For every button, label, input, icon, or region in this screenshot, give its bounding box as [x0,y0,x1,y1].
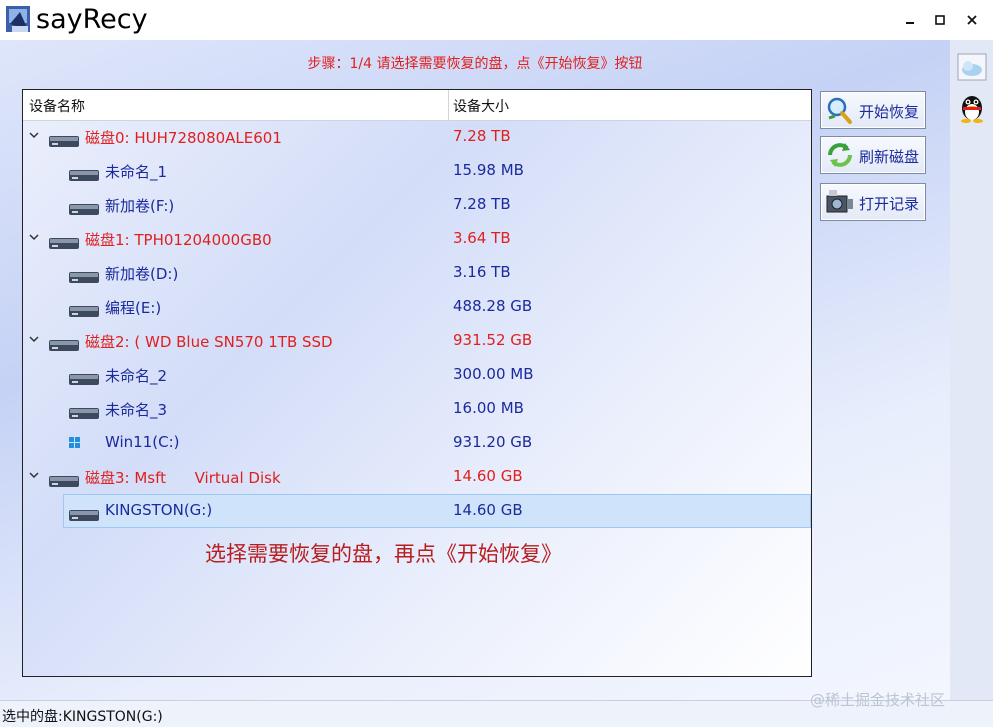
minimize-icon [906,22,914,24]
disk-row[interactable]: 磁盘1: TPH01204000GB0 3.64 TB [23,222,811,256]
hard-drive-icon [69,404,99,419]
volume-name: 新加卷(F:) [105,197,175,215]
app-logo-icon [6,6,30,32]
step-instruction: 步骤：1/4 请选择需要恢复的盘，点《开始恢复》按钮 [307,56,643,72]
hard-drive-icon [49,472,79,487]
column-header-name[interactable]: 设备名称 [29,96,85,116]
qq-penguin-icon[interactable] [956,92,988,124]
chevron-down-icon[interactable] [28,129,40,141]
column-divider[interactable] [448,90,449,120]
hard-drive-icon [49,234,79,249]
volume-row[interactable]: Win11(C:) 931.20 GB [23,426,811,460]
volume-size: 7.28 TB [453,195,511,213]
volume-name: 新加卷(D:) [105,265,179,283]
volume-row[interactable]: 新加卷(D:) 3.16 TB [23,256,811,290]
volume-size: 15.98 MB [453,161,524,179]
chevron-down-icon[interactable] [28,231,40,243]
cloud-icon[interactable] [956,52,988,82]
volume-row[interactable]: 编程(E:) 488.28 GB [23,290,811,324]
disk-name: 磁盘1: TPH01204000GB0 [85,231,272,249]
open-log-label: 打开记录 [859,195,920,213]
disk-size: 931.52 GB [453,331,533,349]
disk-name: 磁盘3: Msft Virtual Disk [85,469,281,487]
status-selected-disk: 选中的盘:KINGSTON(G:) [2,709,163,725]
column-header-size[interactable]: 设备大小 [453,96,509,116]
volume-row[interactable]: 新加卷(F:) 7.28 TB [23,188,811,222]
window-title: sayRecy [36,4,148,35]
disk-row[interactable]: 磁盘0: HUH728080ALE601 7.28 TB [23,120,811,154]
hard-drive-icon [69,200,99,215]
disk-name: 磁盘0: HUH728080ALE601 [85,129,282,147]
disk-size: 7.28 TB [453,127,511,145]
maximize-icon [935,15,945,25]
volume-size: 3.16 TB [453,263,511,281]
hard-drive-icon [69,370,99,385]
hint-text: 选择需要恢复的盘，再点《开始恢复》 [205,542,562,566]
disk-row[interactable]: 磁盘3: Msft Virtual Disk 14.60 GB [23,460,811,494]
hard-drive-icon [49,336,79,351]
disk-tree-list[interactable]: 设备名称 设备大小 磁盘0: HUH728080ALE601 7.28 TB 未命名… [22,89,812,677]
close-button[interactable] [960,8,984,32]
hard-drive-icon [69,506,99,521]
refresh-disks-button[interactable]: 刷新磁盘 [820,136,926,174]
disk-size: 3.64 TB [453,229,511,247]
volume-name: 未命名_1 [105,163,168,181]
maximize-button[interactable] [928,8,952,32]
volume-name: 未命名_3 [105,401,168,419]
open-log-button[interactable]: 打开记录 [820,183,926,221]
refresh-disks-label: 刷新磁盘 [859,148,920,166]
volume-row[interactable]: 未命名_2 300.00 MB [23,358,811,392]
windows-icon [69,434,81,448]
hard-drive-icon [49,132,79,147]
disk-name: 磁盘2: ( WD Blue SN570 1TB SSD [85,333,333,351]
watermark: @稀土掘金技术社区 [810,691,946,709]
hard-drive-icon [69,302,99,317]
volume-name: 编程(E:) [105,299,162,317]
chevron-down-icon[interactable] [28,469,40,481]
close-icon [967,15,977,25]
volume-name: Win11(C:) [105,433,180,451]
refresh-icon [828,143,852,167]
volume-size: 16.00 MB [453,399,524,417]
main-panel: 步骤：1/4 请选择需要恢复的盘，点《开始恢复》按钮 设备名称 设备大小 磁盘0… [0,40,950,700]
disk-size: 14.60 GB [453,467,523,485]
volume-row[interactable]: 未命名_3 16.00 MB [23,392,811,426]
hard-drive-icon [69,166,99,181]
minimize-button[interactable] [898,8,922,32]
status-bar: 选中的盘:KINGSTON(G:) @稀土掘金技术社区 [0,691,993,727]
volume-size: 931.20 GB [453,433,533,451]
magnifier-icon [827,97,852,124]
tree-header: 设备名称 设备大小 [23,90,811,121]
chevron-down-icon[interactable] [28,333,40,345]
volume-row[interactable]: KINGSTON(G:) 14.60 GB [23,494,811,528]
volume-row[interactable]: 未命名_1 15.98 MB [23,154,811,188]
volume-size: 14.60 GB [453,501,523,519]
volume-size: 300.00 MB [453,365,534,383]
start-recovery-button[interactable]: 开始恢复 [820,91,926,129]
volume-name: 未命名_2 [105,367,168,385]
hard-drive-icon [69,268,99,283]
volume-name: KINGSTON(G:) [105,501,213,519]
title-bar: sayRecy [0,0,993,40]
side-toolbar [950,40,993,700]
volume-size: 488.28 GB [453,297,533,315]
start-recovery-label: 开始恢复 [859,103,920,121]
disk-row[interactable]: 磁盘2: ( WD Blue SN570 1TB SSD 931.52 GB [23,324,811,358]
camera-icon [826,190,853,213]
